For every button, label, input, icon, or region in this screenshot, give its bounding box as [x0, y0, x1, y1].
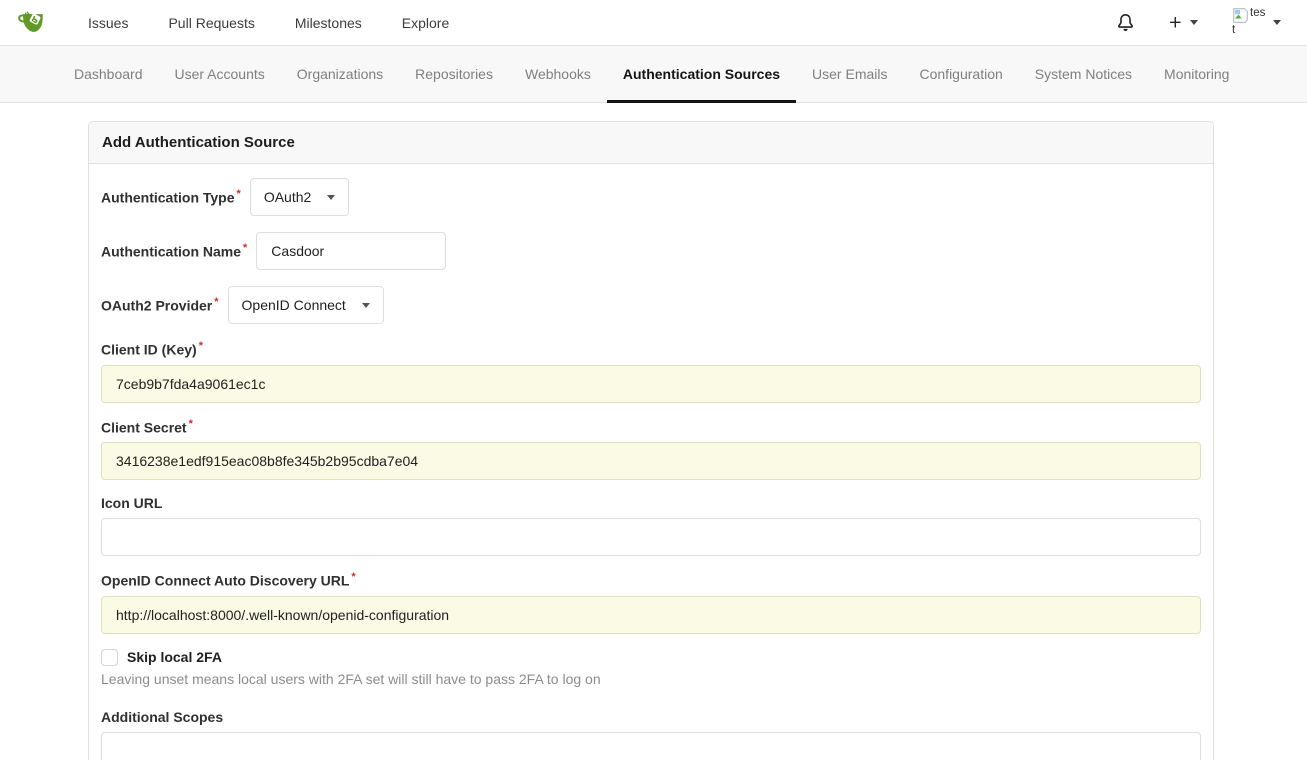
discovery-url-label: OpenID Connect Auto Discovery URL* — [101, 571, 1201, 589]
required-marker: * — [199, 340, 203, 352]
auth-type-selected-value: OAuth2 — [264, 189, 311, 205]
gitea-logo[interactable] — [16, 8, 46, 38]
tab-system-notices[interactable]: System Notices — [1019, 46, 1148, 102]
required-marker: * — [351, 571, 355, 583]
oauth2-provider-dropdown[interactable]: OpenID Connect — [228, 286, 384, 324]
icon-url-label: Icon URL — [101, 495, 1201, 511]
tab-webhooks[interactable]: Webhooks — [509, 46, 607, 102]
additional-scopes-label: Additional Scopes — [101, 709, 1201, 725]
chevron-down-icon — [1273, 20, 1281, 25]
client-id-label: Client ID (Key)* — [101, 340, 1201, 358]
nav-item-milestones[interactable]: Milestones — [275, 0, 382, 46]
client-id-input[interactable] — [101, 365, 1201, 403]
discovery-url-field: OpenID Connect Auto Discovery URL* — [101, 571, 1201, 634]
navbar-right: test — [1117, 7, 1281, 37]
gitea-logo-icon — [16, 8, 46, 38]
tab-authentication-sources[interactable]: Authentication Sources — [607, 46, 796, 102]
oauth2-provider-label: OAuth2 Provider* — [101, 296, 219, 314]
required-marker: * — [237, 188, 241, 200]
tab-dashboard[interactable]: Dashboard — [58, 46, 159, 102]
chevron-down-icon — [1190, 20, 1198, 25]
tab-user-accounts[interactable]: User Accounts — [159, 46, 281, 102]
required-marker: * — [189, 418, 193, 430]
additional-scopes-input[interactable] — [101, 732, 1201, 760]
nav-item-pull-requests[interactable]: Pull Requests — [148, 0, 274, 46]
create-new-button[interactable] — [1168, 15, 1198, 30]
skip-local-2fa-help: Leaving unset means local users with 2FA… — [101, 671, 1201, 687]
nav-item-explore[interactable]: Explore — [382, 0, 469, 46]
broken-image-icon — [1232, 7, 1249, 24]
auth-name-label: Authentication Name* — [101, 242, 247, 260]
required-marker: * — [243, 242, 247, 254]
tab-configuration[interactable]: Configuration — [904, 46, 1019, 102]
auth-name-field: Authentication Name* — [101, 232, 1201, 270]
auth-type-label: Authentication Type* — [101, 188, 241, 206]
skip-local-2fa-label: Skip local 2FA — [127, 649, 222, 665]
panel-title: Add Authentication Source — [89, 122, 1213, 164]
tab-monitoring[interactable]: Monitoring — [1148, 46, 1245, 102]
tab-organizations[interactable]: Organizations — [281, 46, 399, 102]
admin-tabs: Dashboard User Accounts Organizations Re… — [0, 46, 1307, 103]
icon-url-input[interactable] — [101, 518, 1201, 556]
auth-type-field: Authentication Type* OAuth2 — [101, 178, 1201, 216]
required-marker: * — [214, 296, 218, 308]
skip-local-2fa-checkbox[interactable] — [101, 649, 118, 666]
tab-repositories[interactable]: Repositories — [399, 46, 509, 102]
oauth2-provider-selected-value: OpenID Connect — [242, 297, 346, 313]
auth-name-input[interactable] — [256, 232, 446, 270]
additional-scopes-field: Additional Scopes — [101, 709, 1201, 760]
user-menu-button[interactable]: test — [1232, 7, 1281, 37]
skip-local-2fa-field: Skip local 2FA Leaving unset means local… — [101, 649, 1201, 687]
avatar: test — [1232, 7, 1266, 37]
top-navbar: Issues Pull Requests Milestones Explore … — [0, 0, 1307, 46]
client-id-field: Client ID (Key)* — [101, 340, 1201, 403]
main-content: Add Authentication Source Authentication… — [0, 121, 1307, 760]
client-secret-field: Client Secret* — [101, 418, 1201, 481]
dropdown-caret-icon — [327, 195, 335, 200]
plus-icon — [1168, 15, 1183, 30]
dropdown-caret-icon — [362, 303, 370, 308]
client-secret-label: Client Secret* — [101, 418, 1201, 436]
oauth2-provider-field: OAuth2 Provider* OpenID Connect — [101, 286, 1201, 324]
icon-url-field: Icon URL — [101, 495, 1201, 556]
notifications-button[interactable] — [1117, 14, 1134, 31]
auth-type-dropdown[interactable]: OAuth2 — [250, 178, 349, 216]
tab-user-emails[interactable]: User Emails — [796, 46, 903, 102]
add-auth-source-panel: Add Authentication Source Authentication… — [88, 121, 1214, 760]
nav-item-issues[interactable]: Issues — [68, 0, 148, 46]
auth-source-form: Authentication Type* OAuth2 Authenticati… — [89, 164, 1213, 760]
discovery-url-input[interactable] — [101, 596, 1201, 634]
client-secret-input[interactable] — [101, 442, 1201, 480]
main-nav: Issues Pull Requests Milestones Explore — [68, 0, 469, 46]
bell-icon — [1117, 14, 1134, 31]
